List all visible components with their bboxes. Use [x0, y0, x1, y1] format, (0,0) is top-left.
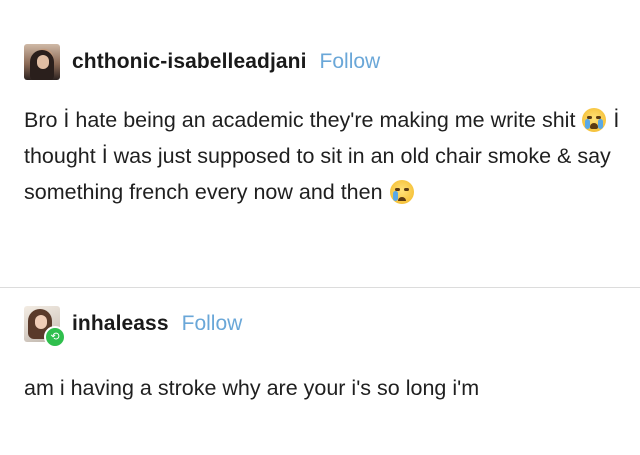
post-body: am i having a stroke why are your i's so…: [24, 376, 480, 400]
username[interactable]: chthonic-isabelleadjani: [72, 50, 307, 74]
follow-button[interactable]: Follow: [320, 50, 381, 74]
post-text-part-1: Bro İ hate being an academic they're mak…: [24, 108, 582, 132]
avatar[interactable]: ⟲: [24, 306, 66, 348]
avatar[interactable]: [24, 44, 60, 80]
username[interactable]: inhaleass: [72, 312, 169, 336]
follow-button[interactable]: Follow: [182, 312, 243, 336]
post-divider: [0, 287, 640, 288]
crying-face-icon: [389, 180, 414, 204]
post-header: ⟲ inhaleass Follow: [24, 306, 243, 348]
post-body: Bro İ hate being an academic they're mak…: [24, 102, 624, 210]
loudly-crying-face-icon: [582, 108, 607, 132]
avatar-face: [37, 55, 49, 69]
reblog-icon: ⟲: [44, 326, 66, 348]
post-header: chthonic-isabelleadjani Follow: [24, 44, 380, 80]
avatar-face: [35, 315, 47, 329]
